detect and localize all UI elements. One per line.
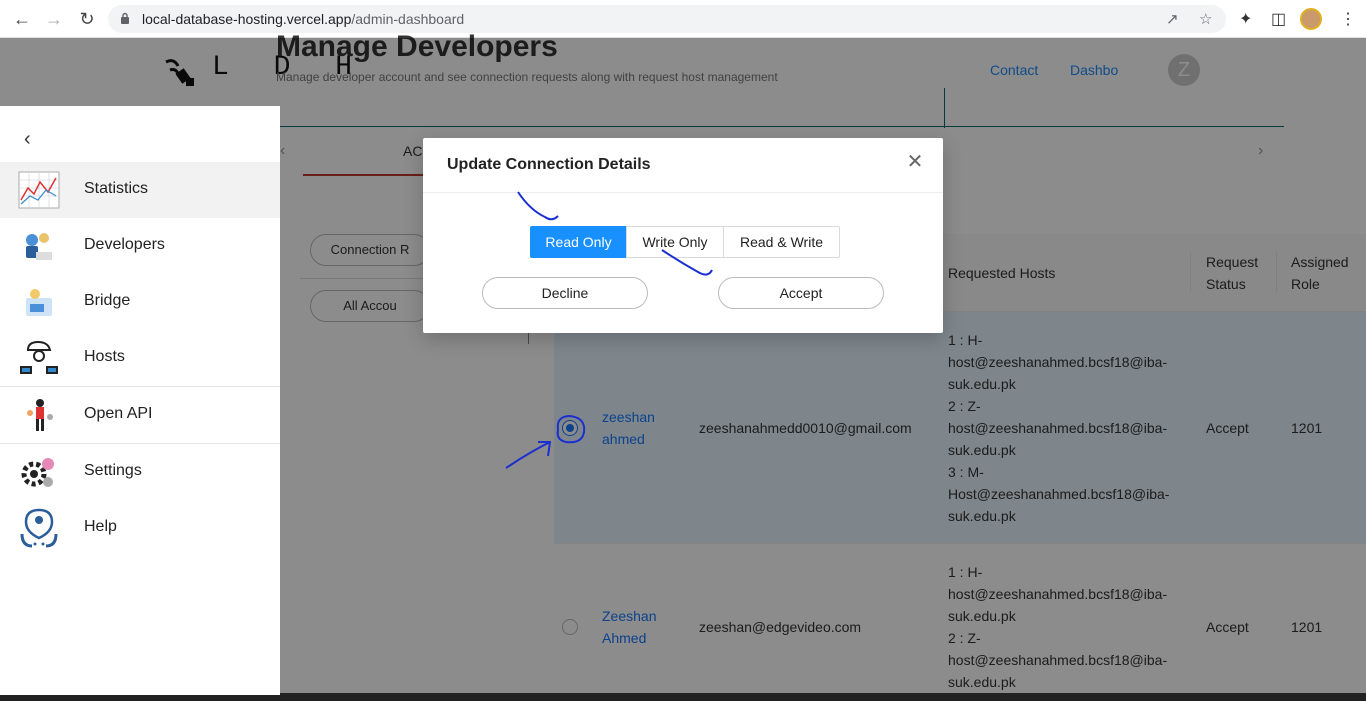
open-api-icon <box>27 399 53 431</box>
sidebar-item-help[interactable]: Help <box>0 500 280 556</box>
hosts-icon <box>20 340 58 374</box>
lock-icon <box>121 12 129 24</box>
developers-icon <box>26 233 52 260</box>
bridge-icon <box>26 289 52 316</box>
menu-icon[interactable]: ⋮ <box>1340 9 1356 29</box>
sidebar-item-label: Settings <box>84 462 142 479</box>
update-connection-modal: Update Connection Details ✕ Read Only Wr… <box>423 138 943 333</box>
collapse-sidebar-icon[interactable]: ‹ <box>24 128 31 151</box>
sidebar-item-statistics[interactable]: Statistics <box>0 162 280 218</box>
accept-button[interactable]: Accept <box>718 277 884 309</box>
modal-header-divider <box>423 192 943 193</box>
sidebar-item-label: Hosts <box>84 348 125 365</box>
close-icon[interactable]: ✕ <box>905 152 925 172</box>
write-only-option[interactable]: Write Only <box>626 226 724 258</box>
back-icon[interactable]: ← <box>11 8 33 30</box>
help-icon <box>20 508 58 548</box>
sidebar-item-settings[interactable]: Settings <box>0 444 280 500</box>
extensions-icon[interactable]: ✦ <box>1239 9 1252 29</box>
forward-icon[interactable]: → <box>43 8 65 30</box>
sidebar-item-label: Developers <box>84 236 165 253</box>
sidebar-item-label: Help <box>84 518 117 535</box>
sidebar-item-open-api[interactable]: Open API <box>0 387 280 443</box>
star-icon[interactable]: ☆ <box>1199 10 1212 28</box>
sidebar-item-label: Bridge <box>84 292 131 309</box>
read-only-option[interactable]: Read Only <box>530 226 627 258</box>
modal-title: Update Connection Details <box>447 156 651 173</box>
sidebar-drawer: ‹ Statistics Developers Bridge Hosts Ope… <box>0 106 280 695</box>
read-write-option[interactable]: Read & Write <box>723 226 840 258</box>
statistics-icon <box>18 171 60 209</box>
address-bar[interactable]: local-database-hosting.vercel.app/admin-… <box>108 5 1226 33</box>
sidebar-item-developers[interactable]: Developers <box>0 218 280 274</box>
share-icon[interactable]: ↗ <box>1166 10 1179 28</box>
decline-button[interactable]: Decline <box>482 277 648 309</box>
settings-icon <box>21 458 54 487</box>
sidebar-item-bridge[interactable]: Bridge <box>0 274 280 330</box>
sidepanel-icon[interactable]: ◫ <box>1271 9 1286 29</box>
sidebar-item-label: Statistics <box>84 180 149 197</box>
profile-avatar[interactable] <box>1300 8 1322 30</box>
browser-toolbar: ← → ↻ local-database-hosting.vercel.app/… <box>0 0 1366 38</box>
reload-icon[interactable]: ↻ <box>76 8 98 30</box>
sidebar-item-hosts[interactable]: Hosts <box>0 330 280 386</box>
sidebar-item-label: Open API <box>84 405 153 422</box>
url-text: local-database-hosting.vercel.app/admin-… <box>142 11 465 27</box>
